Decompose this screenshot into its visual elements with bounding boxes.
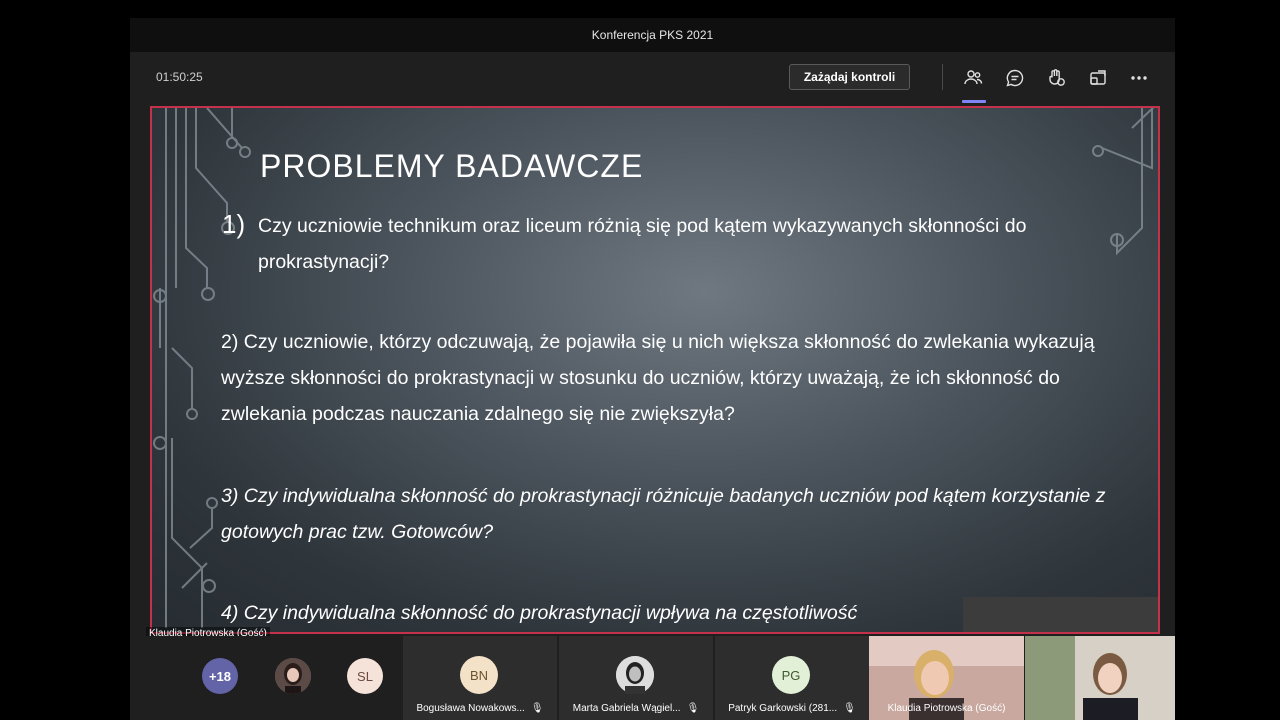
participant-tile[interactable]: PG Patryk Garkowski (281... 🎙 — [715, 636, 869, 720]
more-participants-button[interactable]: +18 — [202, 658, 238, 694]
question-1-number: 1) — [222, 209, 246, 239]
teams-window: Konferencja PKS 2021 01:50:25 Zażądaj ko… — [130, 18, 1175, 720]
avatar[interactable] — [275, 658, 311, 694]
mic-muted-icon: 🎙 — [530, 703, 544, 714]
avatar: BN — [460, 656, 498, 694]
participant-strip: +18 SL BN Bogusława Nowakows... 🎙 Marta G… — [130, 636, 1175, 720]
request-control-button[interactable]: Zażądaj kontroli — [789, 64, 910, 90]
active-tab-indicator — [962, 100, 986, 103]
meeting-timer: 01:50:25 — [156, 70, 203, 84]
participant-name: Marta Gabriela Wągiel... — [572, 703, 681, 714]
meeting-toolbar: 01:50:25 Zażądaj kontroli — [130, 52, 1175, 106]
video-tile-presenter[interactable]: Klaudia Piotrowska (Gość) — [869, 636, 1024, 720]
reactions-icon[interactable] — [1045, 67, 1067, 89]
people-icon[interactable] — [962, 67, 984, 89]
participant-name: Bogusława Nowakows... — [416, 703, 525, 714]
participant-tile[interactable]: BN Bogusława Nowakows... 🎙 — [403, 636, 557, 720]
avatar[interactable]: SL — [347, 658, 383, 694]
share-tray-icon[interactable] — [1087, 67, 1109, 89]
toolbar-divider — [942, 64, 943, 90]
slide-title: PROBLEMY BADAWCZE — [260, 148, 644, 184]
participant-tile[interactable]: Marta Gabriela Wągiel... 🎙 — [559, 636, 713, 720]
video-tile[interactable] — [1025, 636, 1175, 720]
question-3: 3) Czy indywidualna skłonność do prokras… — [221, 485, 1106, 543]
meeting-title: Konferencja PKS 2021 — [591, 28, 714, 42]
title-bar: Konferencja PKS 2021 — [130, 18, 1175, 52]
question-2: 2) Czy uczniowie, którzy odczuwają, że p… — [221, 331, 1095, 425]
participant-name: Klaudia Piotrowska (Gość) — [887, 703, 1006, 714]
avatar — [616, 656, 654, 694]
mic-muted-icon: 🎙 — [686, 703, 700, 714]
avatar: PG — [772, 656, 810, 694]
mic-muted-icon: 🎙 — [843, 703, 856, 714]
chat-icon[interactable] — [1004, 67, 1026, 89]
participant-name: Patryk Garkowski (281... — [728, 703, 838, 714]
question-1: Czy uczniowie technikum oraz liceum różn… — [258, 215, 1027, 273]
self-view-tile[interactable] — [963, 597, 1158, 632]
more-icon[interactable] — [1128, 67, 1150, 89]
shared-screen: PROBLEMY BADAWCZE 1) Czy uczniowie techn… — [150, 106, 1160, 634]
